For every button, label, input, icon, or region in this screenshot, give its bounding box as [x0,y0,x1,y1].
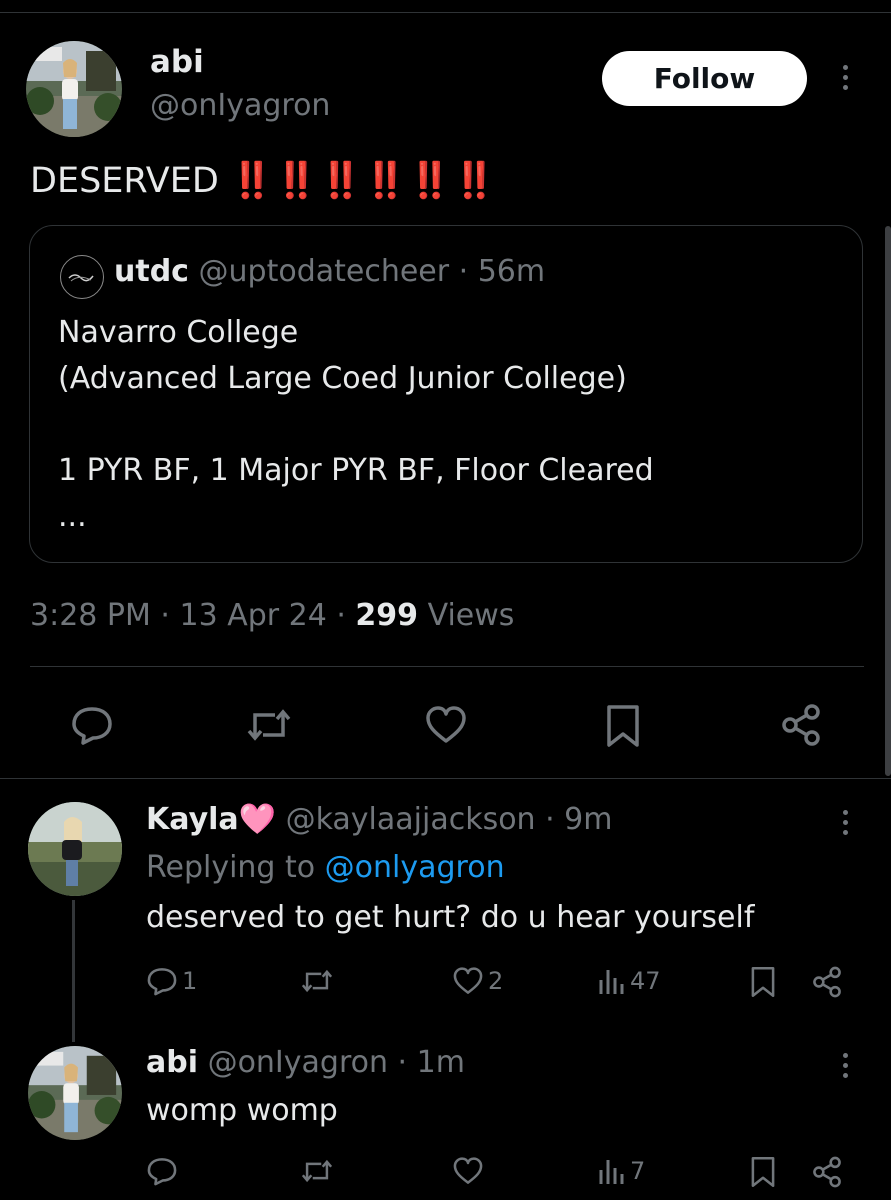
bookmark-icon [751,967,775,997]
bookmark-action[interactable] [750,966,776,998]
like-icon[interactable] [424,705,468,745]
quoted-author-avatar [60,255,104,299]
reply-icon [147,1158,177,1186]
share-icon[interactable] [778,702,824,748]
like-action[interactable]: 2 [452,966,503,996]
more-icon[interactable] [835,65,855,90]
author-avatar[interactable] [26,41,122,137]
like-action[interactable] [452,1156,488,1186]
tweet-text-main: DESERVED [30,161,219,201]
author-name[interactable]: abi [150,44,204,80]
reply-icon [147,968,177,996]
reply-action[interactable]: 1 [146,966,197,996]
like-icon [453,1157,483,1184]
reply-text: deserved to get hurt? do u hear yourself [146,900,755,935]
reply-icon[interactable] [70,705,114,745]
tweet-meta: 3:28 PM · 13 Apr 24 · 299 Views [30,598,514,633]
tweet-text: DESERVED ‼️‼️‼️‼️‼️‼️ [30,160,497,201]
tweet-timestamp[interactable]: 3:28 PM · 13 Apr 24 · [30,598,355,633]
author-handle[interactable]: @onIyagron [150,88,330,123]
reply-action[interactable] [146,1156,182,1186]
retweet-action[interactable] [300,966,338,996]
reply-author-name[interactable]: abi [146,1045,198,1080]
tweet-text-emphasis: ‼️‼️‼️‼️‼️‼️ [229,161,498,201]
quoted-author-name: utdc [114,254,189,289]
share-icon [813,1156,841,1188]
share-action[interactable] [810,965,844,999]
quoted-tweet-body: Navarro College (Advanced Large Coed Jun… [58,315,654,534]
bookmark-action[interactable] [750,1156,776,1188]
more-icon[interactable] [835,810,855,835]
replies-divider [0,778,891,779]
reply-count: 1 [182,967,198,995]
retweet-icon [301,1159,333,1183]
views-icon [599,1160,624,1184]
replying-to-link[interactable]: @onlyagron [325,850,505,885]
like-icon [453,967,483,994]
retweet-action[interactable] [300,1156,338,1186]
follow-button[interactable]: Follow [602,51,807,106]
view-count: 47 [630,967,661,995]
reply-author-name[interactable]: Kayla🩷 [146,802,276,837]
share-action[interactable] [810,1155,844,1189]
like-count: 2 [488,967,504,995]
reply-avatar[interactable] [28,802,122,896]
reply-author-handle[interactable]: @onIyagron · 1m [208,1045,465,1080]
bookmark-icon [751,1157,775,1187]
views-action[interactable]: 7 [598,1156,645,1186]
more-icon[interactable] [835,1053,855,1078]
reply-header: abi @onIyagron · 1m [146,1045,465,1080]
replying-prefix: Replying to [146,850,325,885]
share-icon [813,966,841,998]
reply-avatar[interactable] [28,1046,122,1140]
quoted-tweet-card[interactable]: utdc @uptodatecheer · 56m Navarro Colleg… [29,225,863,563]
reply-header: Kayla🩷 @kaylaajjackson · 9m [146,802,613,837]
quoted-tweet-header: utdc @uptodatecheer · 56m [114,254,545,289]
thread-connector [72,900,75,1042]
reply-author-handle[interactable]: @kaylaajjackson · 9m [286,802,613,837]
reply-text: womp womp [146,1093,338,1128]
meta-divider [30,666,864,667]
scrollbar[interactable] [885,226,891,776]
replying-to: Replying to @onlyagron [146,850,505,885]
views-action[interactable]: 47 [598,966,661,996]
views-label: Views [418,598,515,633]
retweet-icon [301,969,333,993]
views-count: 299 [355,598,419,633]
views-icon [599,970,624,994]
retweet-icon[interactable] [245,705,293,745]
quoted-author-handle: @uptodatecheer · 56m [198,254,546,289]
view-count: 7 [630,1157,646,1185]
top-divider [0,12,891,13]
bookmark-icon[interactable] [605,704,641,748]
